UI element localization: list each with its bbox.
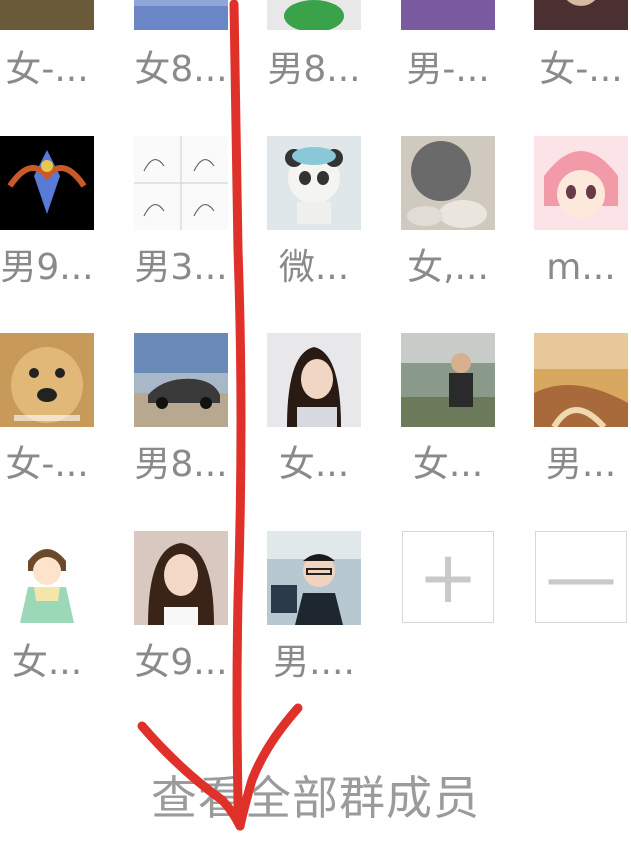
plus-icon: + <box>417 535 479 619</box>
member-name: 男.... <box>273 642 355 683</box>
member-name: 男3... <box>134 247 228 288</box>
member-avatar[interactable] <box>534 333 628 427</box>
member-name: 女... <box>11 642 83 683</box>
member-avatar[interactable] <box>267 531 361 625</box>
member-name: 男9... <box>0 247 94 288</box>
member-name: 女8... <box>134 49 228 90</box>
member-avatar[interactable] <box>267 0 361 30</box>
remove-member-button[interactable]: — <box>535 531 627 623</box>
member-name: 女-... <box>5 444 89 485</box>
group-member-grid: 女-... 女8... 男8... 男-... 女-... 男9... 男3..… <box>0 0 631 700</box>
member-name: 男-... <box>406 49 490 90</box>
view-all-members-link[interactable]: 查看全部群成员 <box>0 762 631 828</box>
member-avatar[interactable] <box>401 0 495 30</box>
member-avatar[interactable] <box>0 0 94 30</box>
member-avatar[interactable] <box>0 136 94 230</box>
member-avatar[interactable] <box>534 136 628 230</box>
member-avatar[interactable] <box>267 333 361 427</box>
member-avatar[interactable] <box>401 333 495 427</box>
member-name: 女-... <box>539 49 623 90</box>
member-avatar[interactable] <box>0 333 94 427</box>
member-avatar[interactable] <box>134 136 228 230</box>
member-name: m... <box>546 247 616 288</box>
member-name: 女-... <box>5 49 89 90</box>
member-name: 男8... <box>267 49 361 90</box>
member-avatar[interactable] <box>134 531 228 625</box>
member-avatar[interactable] <box>401 136 495 230</box>
add-member-button[interactable]: + <box>402 531 494 623</box>
member-avatar[interactable] <box>267 136 361 230</box>
member-name: 微... <box>278 247 350 288</box>
member-name: 女9... <box>134 642 228 683</box>
member-name: 女... <box>412 444 484 485</box>
member-name: 女... <box>278 444 350 485</box>
member-avatar[interactable] <box>534 0 628 30</box>
member-name: 男8... <box>134 444 228 485</box>
member-avatar[interactable] <box>0 531 94 625</box>
member-name: 男... <box>545 444 617 485</box>
member-avatar[interactable] <box>134 333 228 427</box>
minus-icon: — <box>545 535 617 619</box>
member-avatar[interactable] <box>134 0 228 30</box>
member-name: 女,... <box>407 247 489 288</box>
